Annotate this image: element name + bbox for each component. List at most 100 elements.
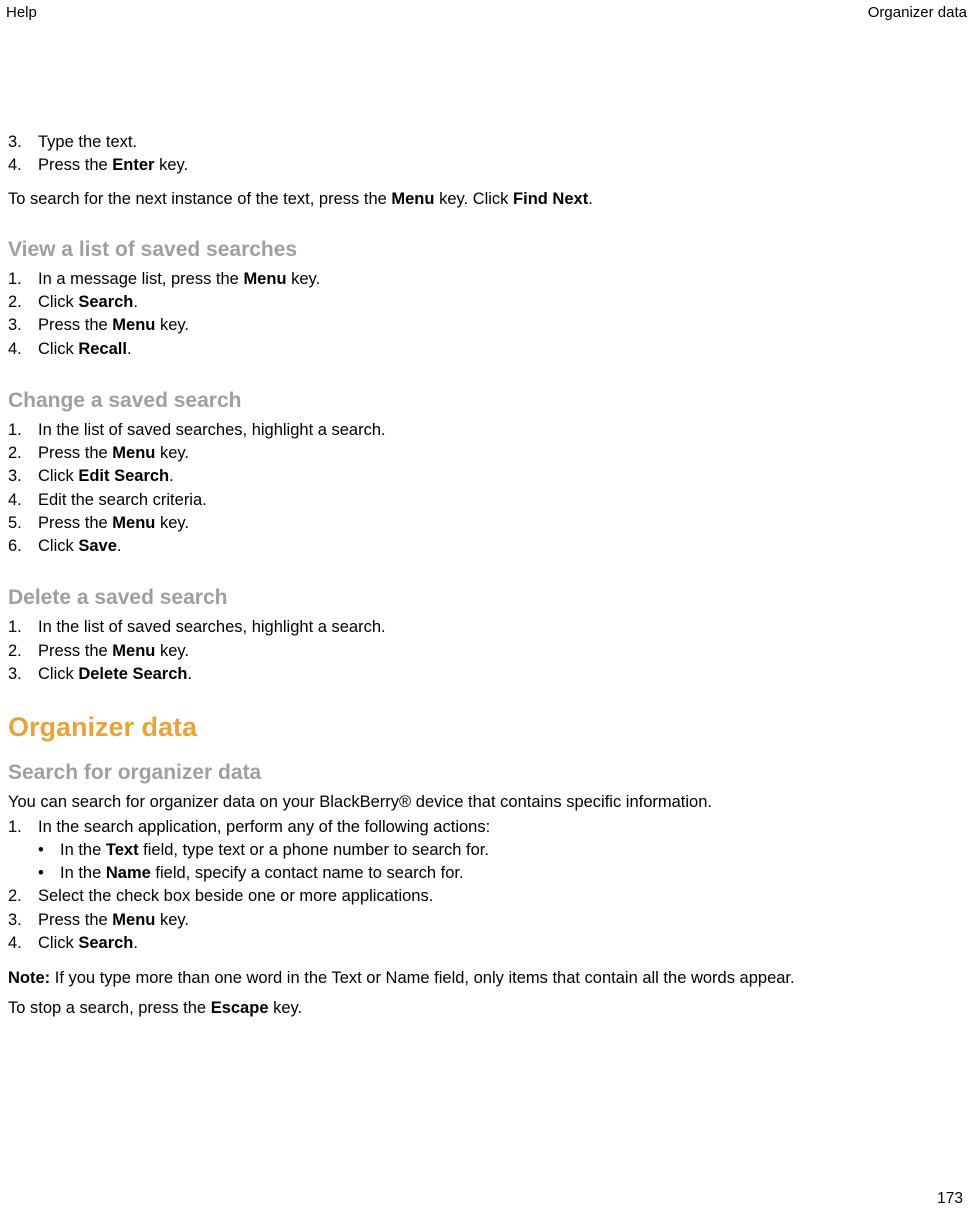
text: key. [155, 642, 189, 660]
bold-text: Escape [211, 999, 269, 1017]
major-heading-organizer-data: Organizer data [8, 712, 965, 743]
text: key. [155, 911, 189, 929]
list-item: 1. In a message list, press the Menu key… [8, 268, 965, 291]
list-text: Click Edit Search. [38, 465, 965, 487]
list-text: Click Search. [38, 291, 965, 313]
page-footer: 173 [0, 1034, 973, 1218]
text: Click [38, 665, 78, 683]
list-text: Click Recall. [38, 338, 965, 360]
list-item: 1. In the list of saved searches, highli… [8, 616, 965, 639]
list-item: 2. Select the check box beside one or mo… [8, 885, 965, 908]
text: field, specify a contact name to search … [151, 864, 464, 882]
page-header: Help Organizer data [0, 0, 973, 21]
bold-text: Menu [391, 190, 434, 208]
text: . [188, 665, 193, 683]
section-heading-search-organizer-data: Search for organizer data [8, 761, 965, 785]
list-number: 3. [8, 314, 38, 336]
list-text: Press the Menu key. [38, 512, 965, 534]
bold-text: Menu [112, 911, 155, 929]
bold-text: Menu [112, 316, 155, 334]
bold-text: Search [78, 293, 133, 311]
list-number: 1. [8, 419, 38, 441]
text: To search for the next instance of the t… [8, 190, 391, 208]
list-number: 3. [8, 909, 38, 931]
list-number: 1. [8, 616, 38, 638]
bold-text: Save [78, 537, 117, 555]
page-number: 173 [937, 1190, 963, 1207]
bold-text: Menu [112, 444, 155, 462]
text: key. [155, 514, 189, 532]
list-item: 6. Click Save. [8, 535, 965, 558]
list-number: 1. [8, 816, 38, 838]
list-text: Press the Menu key. [38, 909, 965, 931]
bold-text: Text [106, 841, 139, 859]
text: Press the [38, 514, 112, 532]
bold-text: Enter [112, 156, 154, 174]
section-heading-change-saved-search: Change a saved search [8, 389, 965, 413]
list-text: Press the Menu key. [38, 442, 965, 464]
text: key. Click [434, 190, 513, 208]
list-item: 4. Click Recall. [8, 338, 965, 361]
bold-text: Recall [78, 340, 127, 358]
list-number: 5. [8, 512, 38, 534]
stop-paragraph: To stop a search, press the Escape key. [8, 997, 965, 1019]
list-item: 4. Edit the search criteria. [8, 489, 965, 512]
intro-paragraph: To search for the next instance of the t… [8, 188, 965, 210]
text: Press the [38, 156, 112, 174]
bold-text: Menu [243, 270, 286, 288]
list-text: Type the text. [38, 131, 965, 153]
bullet-item: • In the Text field, type text or a phon… [8, 839, 965, 862]
list-number: 1. [8, 268, 38, 290]
text: Click [38, 467, 78, 485]
list-text: Click Search. [38, 932, 965, 954]
list-number: 2. [8, 640, 38, 662]
list-number: 3. [8, 663, 38, 685]
text: Click [38, 293, 78, 311]
text: key. [155, 316, 189, 334]
list-item: 1. In the search application, perform an… [8, 816, 965, 839]
intro-list: 3. Type the text. 4. Press the Enter key… [8, 131, 965, 178]
list-number: 4. [8, 338, 38, 360]
text: Click [38, 537, 78, 555]
text: . [588, 190, 593, 208]
list-text: In the search application, perform any o… [38, 816, 965, 838]
list-item: 3. Press the Menu key. [8, 314, 965, 337]
text: In a message list, press the [38, 270, 243, 288]
sec3-list: 1. In the list of saved searches, highli… [8, 616, 965, 686]
text: If you type more than one word in the Te… [50, 969, 794, 987]
list-number: 4. [8, 932, 38, 954]
bold-text: Find Next [513, 190, 588, 208]
list-item: 3. Click Delete Search. [8, 663, 965, 686]
text: key. [154, 156, 188, 174]
note-label: Note: [8, 969, 50, 987]
list-text: Press the Menu key. [38, 640, 965, 662]
list-number: 3. [8, 131, 38, 153]
text: . [133, 293, 138, 311]
bullet-icon: • [38, 839, 60, 861]
list-text: Click Delete Search. [38, 663, 965, 685]
bullet-item: • In the Name field, specify a contact n… [8, 862, 965, 885]
list-text: Edit the search criteria. [38, 489, 965, 511]
list-item: 2. Press the Menu key. [8, 640, 965, 663]
list-item: 1. In the list of saved searches, highli… [8, 419, 965, 442]
header-right: Organizer data [868, 4, 967, 21]
text: To stop a search, press the [8, 999, 211, 1017]
text: In the [60, 841, 106, 859]
list-item: 4. Press the Enter key. [8, 154, 965, 177]
list-text: Select the check box beside one or more … [38, 885, 965, 907]
list-text: In the list of saved searches, highlight… [38, 419, 965, 441]
sec1-list: 1. In a message list, press the Menu key… [8, 268, 965, 361]
text: key. [155, 444, 189, 462]
bold-text: Edit Search [78, 467, 169, 485]
list-number: 4. [8, 154, 38, 176]
list-text: In the Text field, type text or a phone … [60, 839, 965, 861]
page-content: 3. Type the text. 4. Press the Enter key… [0, 21, 973, 1020]
list-text: Click Save. [38, 535, 965, 557]
sec2-list: 1. In the list of saved searches, highli… [8, 419, 965, 559]
text: Click [38, 340, 78, 358]
list-number: 2. [8, 442, 38, 464]
list-text: Press the Menu key. [38, 314, 965, 336]
section-heading-view-saved-searches: View a list of saved searches [8, 238, 965, 262]
list-item: 2. Press the Menu key. [8, 442, 965, 465]
bold-text: Search [78, 934, 133, 952]
